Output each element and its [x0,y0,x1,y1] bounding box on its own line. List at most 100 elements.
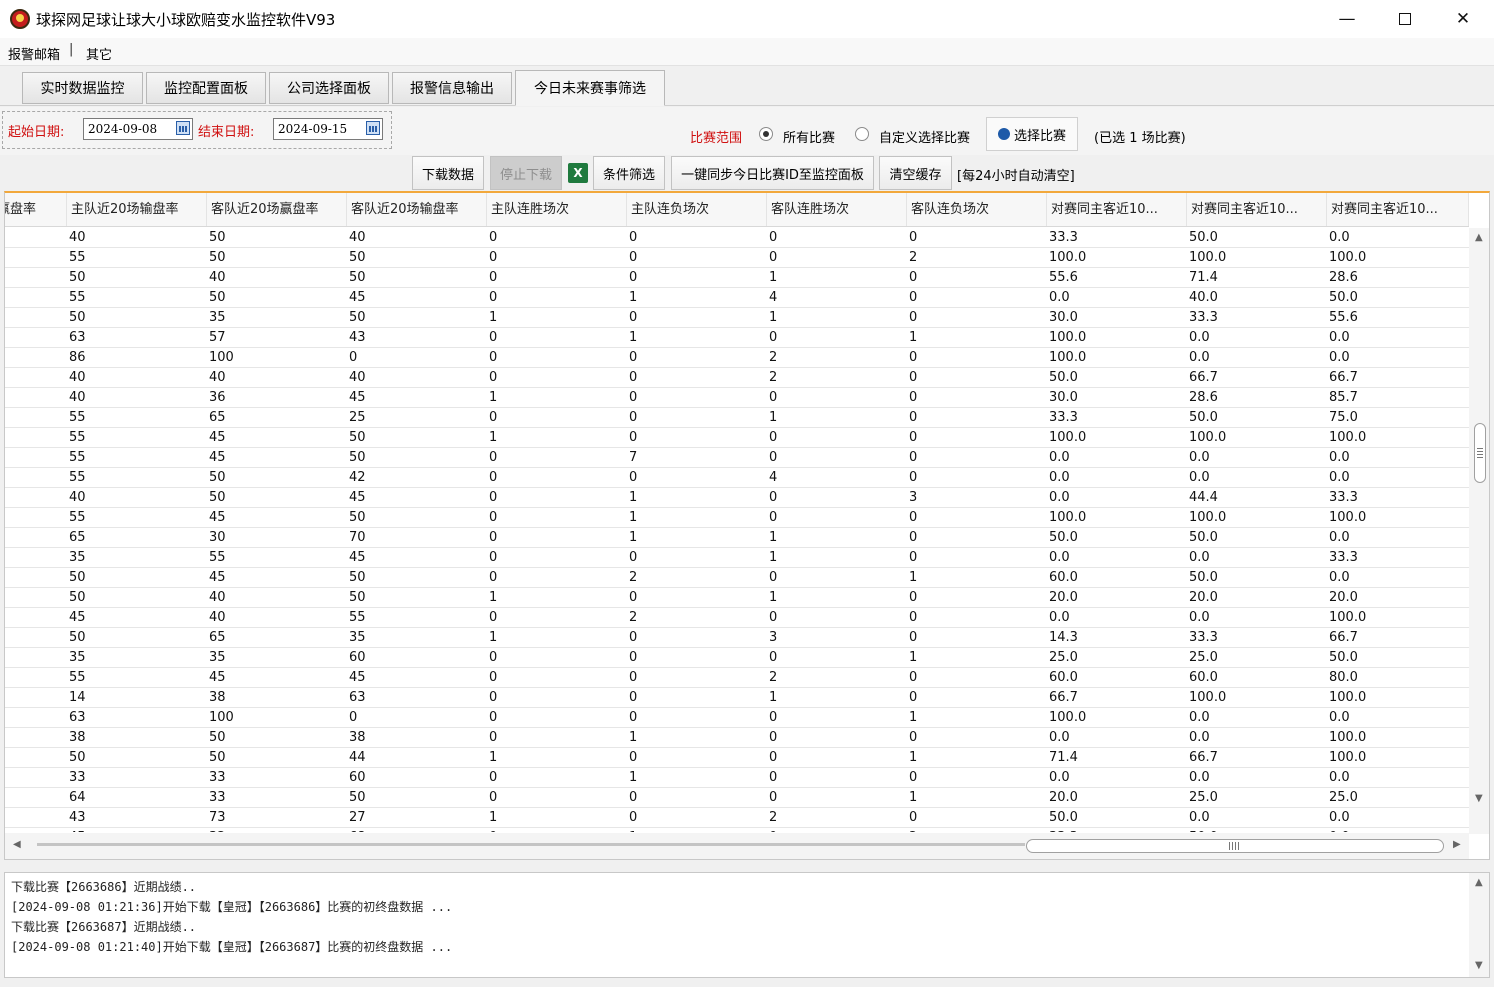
table-cell: 0 [629,250,638,265]
radio-all-matches[interactable] [759,127,773,141]
table-row[interactable]: 86 100 0 0 0 2 0 100.0 0.0 0.0 [5,348,1469,368]
log-scrollbar[interactable]: ▲ ▼ [1469,873,1489,977]
log-output[interactable]: 下载比赛【2663686】近期战绩.. [2024-09-08 01:21:36… [4,872,1490,978]
table-cell: 0 [629,470,638,485]
table-cell: 50.0 [1189,230,1218,245]
table-row[interactable]: 45 32 68 0 1 0 2 33.3 50.0 0.0 [5,828,1469,832]
table-row[interactable]: 40 50 40 0 0 0 0 33.3 50.0 0.0 [5,228,1469,248]
table-row[interactable]: 65 30 70 0 1 1 0 50.0 50.0 0.0 [5,528,1469,548]
table-row[interactable]: 40 36 45 1 0 0 0 30.0 28.6 85.7 [5,388,1469,408]
scroll-down-icon[interactable]: ▼ [1475,960,1483,971]
column-header[interactable]: 对赛同主客近10... [1047,193,1187,226]
table-row[interactable]: 35 35 60 0 0 0 1 25.0 25.0 50.0 [5,648,1469,668]
calendar-icon[interactable] [366,121,380,135]
horizontal-scroll-track[interactable] [37,843,1025,846]
table-row[interactable]: 64 33 50 0 0 0 1 20.0 25.0 25.0 [5,788,1469,808]
log-line: 下载比赛【2663687】近期战绩.. [11,920,197,934]
table-cell: 0 [909,290,918,305]
scroll-right-icon[interactable]: ▶ [1453,839,1461,850]
download-button[interactable]: 下载数据 [412,156,484,190]
table-cell: 100.0 [1049,710,1087,725]
table-cell: 0 [629,390,638,405]
table-row[interactable]: 50 40 50 0 0 1 0 55.6 71.4 28.6 [5,268,1469,288]
table-row[interactable]: 55 50 42 0 0 4 0 0.0 0.0 0.0 [5,468,1469,488]
table-row[interactable]: 50 35 50 1 0 1 0 30.0 33.3 55.6 [5,308,1469,328]
table-cell: 50 [69,310,86,325]
table-row[interactable]: 63 100 0 0 0 0 1 100.0 0.0 0.0 [5,708,1469,728]
column-header[interactable]: 客队近20场输盘率 [347,193,487,226]
column-header[interactable]: 对赛同主客近10... [1187,193,1327,226]
scroll-up-icon[interactable]: ▲ [1475,877,1483,888]
radio-all-matches-label[interactable]: 所有比赛 [783,127,835,146]
table-cell: 0 [769,390,778,405]
horizontal-scrollbar[interactable]: ◀ ▶ [5,833,1469,859]
tab-realtime-monitor[interactable]: 实时数据监控 [22,72,143,104]
table-row[interactable]: 45 40 55 0 2 0 0 0.0 0.0 100.0 [5,608,1469,628]
table-cell: 40 [349,230,366,245]
scroll-down-icon[interactable]: ▼ [1475,793,1483,804]
column-header[interactable]: 主队连胜场次 [487,193,627,226]
column-header[interactable]: 对赛同主客近10... [1327,193,1469,226]
minimize-button[interactable]: — [1318,0,1376,38]
table-row[interactable]: 50 65 35 1 0 3 0 14.3 33.3 66.7 [5,628,1469,648]
condition-filter-button[interactable]: 条件筛选 [593,156,665,190]
horizontal-scroll-thumb[interactable] [1026,839,1444,853]
close-button[interactable]: ✕ [1434,0,1492,38]
column-header[interactable]: 客队近20场赢盘率 [207,193,347,226]
maximize-button[interactable] [1376,0,1434,38]
table-row[interactable]: 50 40 50 1 0 1 0 20.0 20.0 20.0 [5,588,1469,608]
menu-alarm-email[interactable]: 报警邮箱 [8,44,60,63]
table-row[interactable]: 55 45 50 0 7 0 0 0.0 0.0 0.0 [5,448,1469,468]
tab-company-select[interactable]: 公司选择面板 [269,72,389,104]
table-cell: 45 [209,570,226,585]
table-row[interactable]: 33 33 60 0 1 0 0 0.0 0.0 0.0 [5,768,1469,788]
vertical-scroll-thumb[interactable] [1474,423,1486,483]
table-row[interactable]: 14 38 63 0 0 1 0 66.7 100.0 100.0 [5,688,1469,708]
table-cell: 50 [209,730,226,745]
table-row[interactable]: 63 57 43 0 1 0 1 100.0 0.0 0.0 [5,328,1469,348]
column-header[interactable]: 赢盘率 [5,193,67,226]
table-row[interactable]: 43 73 27 1 0 2 0 50.0 0.0 0.0 [5,808,1469,828]
vertical-scrollbar[interactable]: ▲ ▼ [1469,228,1489,834]
table-row[interactable]: 55 45 50 0 1 0 0 100.0 100.0 100.0 [5,508,1469,528]
sync-ids-button[interactable]: 一键同步今日比赛ID至监控面板 [671,156,874,190]
table-cell: 3 [769,630,778,645]
column-header[interactable]: 主队连负场次 [627,193,767,226]
column-header[interactable]: 客队连胜场次 [767,193,907,226]
tab-today-future-filter[interactable]: 今日未来赛事筛选 [515,70,665,106]
select-matches-button[interactable]: 选择比赛 [986,117,1078,151]
column-header[interactable]: 客队连负场次 [907,193,1047,226]
table-cell: 0 [629,710,638,725]
table-row[interactable]: 35 55 45 0 0 1 0 0.0 0.0 33.3 [5,548,1469,568]
table-cell: 35 [209,650,226,665]
table-cell: 0.0 [1189,810,1210,825]
tab-alarm-output[interactable]: 报警信息输出 [392,72,512,104]
table-row[interactable]: 55 45 50 1 0 0 0 100.0 100.0 100.0 [5,428,1469,448]
start-date-input[interactable]: 2024-09-08 [83,118,193,140]
table-row[interactable]: 40 40 40 0 0 2 0 50.0 66.7 66.7 [5,368,1469,388]
scroll-left-icon[interactable]: ◀ [13,839,21,850]
menu-other[interactable]: 其它 [86,44,112,63]
table-row[interactable]: 50 50 44 1 0 0 1 71.4 66.7 100.0 [5,748,1469,768]
table-row[interactable]: 38 50 38 0 1 0 0 0.0 0.0 100.0 [5,728,1469,748]
end-date-input[interactable]: 2024-09-15 [273,118,383,140]
table-row[interactable]: 55 45 45 0 0 2 0 60.0 60.0 80.0 [5,668,1469,688]
tab-monitor-config[interactable]: 监控配置面板 [146,72,266,104]
excel-export-icon[interactable]: X [568,163,588,183]
table-row[interactable]: 40 50 45 0 1 0 3 0.0 44.4 33.3 [5,488,1469,508]
radio-custom-matches-label[interactable]: 自定义选择比赛 [879,127,970,146]
table-cell: 30.0 [1049,310,1078,325]
stop-download-button[interactable]: 停止下载 [490,156,562,190]
table-row[interactable]: 55 50 45 0 1 4 0 0.0 40.0 50.0 [5,288,1469,308]
match-data-grid[interactable]: 赢盘率主队近20场输盘率客队近20场赢盘率客队近20场输盘率主队连胜场次主队连负… [4,191,1490,860]
table-row[interactable]: 55 65 25 0 0 1 0 33.3 50.0 75.0 [5,408,1469,428]
radio-custom-matches[interactable] [855,127,869,141]
scroll-up-icon[interactable]: ▲ [1475,232,1483,243]
clear-cache-button[interactable]: 清空缓存 [879,156,952,190]
calendar-icon[interactable] [176,121,190,135]
table-row[interactable]: 50 45 50 0 2 0 1 60.0 50.0 0.0 [5,568,1469,588]
table-row[interactable]: 55 50 50 0 0 0 2 100.0 100.0 100.0 [5,248,1469,268]
table-cell: 33.3 [1329,490,1358,505]
column-header[interactable]: 主队近20场输盘率 [67,193,207,226]
table-cell: 100.0 [1329,610,1367,625]
